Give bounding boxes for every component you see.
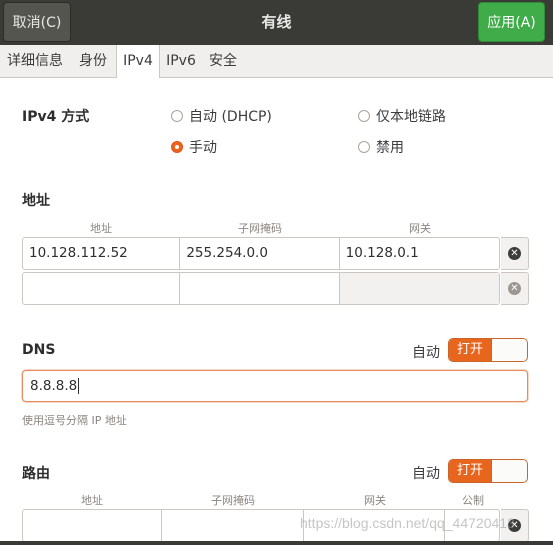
- switch-knob: [491, 460, 527, 482]
- route-address-input[interactable]: [23, 510, 163, 541]
- window-bottom-edge: [0, 541, 553, 545]
- close-icon: ✕: [508, 282, 521, 295]
- apply-button[interactable]: 应用(A): [478, 2, 545, 42]
- close-icon: ✕: [508, 247, 521, 260]
- tab-security[interactable]: 安全: [202, 45, 244, 78]
- routes-auto-switch[interactable]: 打开: [448, 459, 528, 483]
- dns-auto-switch[interactable]: 打开: [448, 338, 528, 362]
- addresses-title: 地址: [22, 193, 50, 209]
- address-row-empty: [22, 272, 500, 305]
- routes-auto-label: 自动: [412, 466, 440, 482]
- text-caret: [78, 378, 80, 394]
- routes-title: 路由: [22, 466, 50, 482]
- window-title: 有线: [261, 13, 292, 31]
- tab-ipv4[interactable]: IPv4: [116, 45, 160, 79]
- netmask-column-header: 子网掩码: [238, 222, 282, 235]
- header-bar: 取消(C) 有线 应用(A): [0, 0, 553, 45]
- dns-input[interactable]: 8.8.8.8: [22, 370, 528, 402]
- netmask-input[interactable]: [180, 273, 340, 304]
- address-input[interactable]: 10.128.112.52: [23, 238, 181, 269]
- gateway-input[interactable]: 10.128.0.1: [340, 238, 499, 269]
- route-metric-column-header: 公制: [462, 494, 484, 507]
- dns-auto-label: 自动: [412, 345, 440, 361]
- radio-dhcp-indicator: [171, 110, 183, 122]
- tab-details[interactable]: 详细信息: [0, 45, 70, 78]
- ipv4-settings-panel: IPv4 方式 自动 (DHCP) 仅本地链路 手动 禁用 地址 地址 子网掩码…: [0, 78, 553, 545]
- delete-address-button[interactable]: ✕: [501, 237, 529, 270]
- tab-identity[interactable]: 身份: [70, 45, 116, 78]
- radio-auto-dhcp[interactable]: 自动 (DHCP): [171, 106, 272, 126]
- dns-input-value: 8.8.8.8: [30, 378, 78, 394]
- route-netmask-column-header: 子网掩码: [211, 494, 255, 507]
- radio-disabled-indicator: [358, 141, 370, 153]
- radio-manual-label: 手动: [189, 140, 217, 156]
- cancel-button[interactable]: 取消(C): [3, 2, 71, 42]
- route-gateway-column-header: 网关: [364, 494, 386, 507]
- route-address-column-header: 地址: [81, 494, 103, 507]
- watermark: https://blog.csdn.net/qq_44720413: [300, 515, 515, 531]
- ipv4-method-label: IPv4 方式: [22, 109, 90, 125]
- radio-link-local-indicator: [358, 110, 370, 122]
- netmask-input[interactable]: 255.254.0.0: [180, 238, 340, 269]
- tab-bar: 详细信息 身份 IPv4 IPv6 安全: [0, 45, 553, 79]
- radio-dhcp-label: 自动 (DHCP): [189, 109, 272, 125]
- address-row: 10.128.112.52 255.254.0.0 10.128.0.1: [22, 237, 500, 270]
- address-column-header: 地址: [90, 222, 112, 235]
- radio-link-local-label: 仅本地链路: [376, 109, 446, 125]
- radio-manual-indicator: [171, 141, 183, 153]
- switch-knob: [491, 339, 527, 361]
- radio-disabled-label: 禁用: [376, 140, 404, 156]
- gateway-column-header: 网关: [409, 222, 431, 235]
- dns-hint: 使用逗号分隔 IP 地址: [22, 414, 127, 427]
- delete-address-button[interactable]: ✕: [501, 272, 529, 305]
- tab-ipv6[interactable]: IPv6: [160, 45, 202, 78]
- radio-manual[interactable]: 手动: [171, 137, 217, 157]
- radio-link-local[interactable]: 仅本地链路: [358, 106, 446, 126]
- address-input[interactable]: [23, 273, 181, 304]
- routes-switch-on-label: 打开: [449, 460, 491, 482]
- gateway-input[interactable]: [339, 273, 499, 304]
- dns-title: DNS: [22, 342, 56, 358]
- dns-switch-on-label: 打开: [449, 339, 491, 361]
- radio-disabled[interactable]: 禁用: [358, 137, 404, 157]
- route-netmask-input[interactable]: [162, 510, 304, 541]
